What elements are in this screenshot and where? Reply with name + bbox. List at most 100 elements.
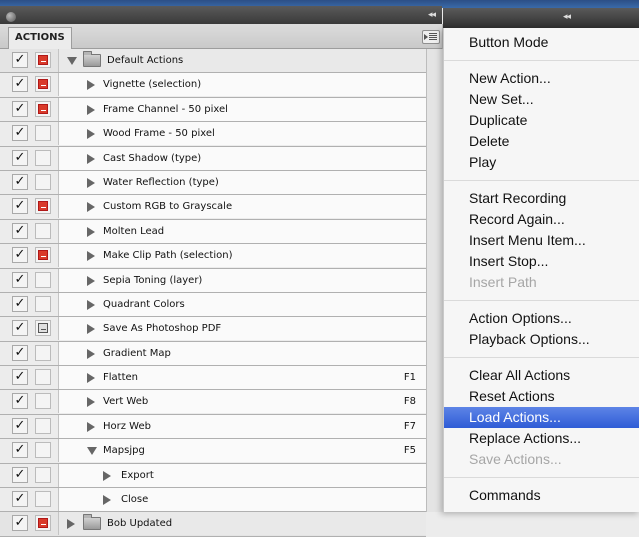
- action-row[interactable]: ✓ Sepia Toning (layer): [0, 268, 426, 293]
- row-content[interactable]: Sepia Toning (layer): [58, 268, 426, 292]
- checkmark-icon[interactable]: ✓: [12, 320, 28, 337]
- dialog-toggle-icon[interactable]: [35, 52, 51, 68]
- menu-item-reset-actions[interactable]: Reset Actions: [444, 386, 639, 407]
- row-content[interactable]: Horz Web F7: [58, 414, 426, 438]
- dialog-toggle-icon[interactable]: [35, 442, 51, 459]
- dialog-toggle-icon[interactable]: [35, 173, 51, 190]
- disclosure-triangle-icon[interactable]: [87, 251, 95, 262]
- row-content[interactable]: Gradient Map: [58, 341, 426, 365]
- dialog-toggle-icon[interactable]: [35, 271, 51, 288]
- checkmark-icon[interactable]: ✓: [12, 271, 28, 288]
- tab-actions[interactable]: ACTIONS: [8, 27, 72, 49]
- action-row[interactable]: ✓ Save As Photoshop PDF: [0, 317, 426, 342]
- checkmark-icon[interactable]: ✓: [12, 247, 28, 264]
- checkmark-icon[interactable]: ✓: [12, 149, 28, 166]
- disclosure-triangle-icon[interactable]: [87, 80, 95, 91]
- checkmark-icon[interactable]: ✓: [12, 76, 28, 93]
- action-row[interactable]: ✓ Make Clip Path (selection): [0, 244, 426, 269]
- row-content[interactable]: Mapsjpg F5: [58, 439, 426, 463]
- row-content[interactable]: Frame Channel - 50 pixel: [58, 97, 426, 121]
- row-content[interactable]: Molten Lead: [58, 219, 426, 243]
- dialog-toggle-icon[interactable]: [35, 393, 51, 410]
- checkmark-icon[interactable]: ✓: [12, 369, 28, 386]
- row-content[interactable]: Close: [58, 488, 426, 512]
- action-step-row[interactable]: ✓ Export: [0, 463, 426, 489]
- action-row[interactable]: ✓ Mapsjpg F5: [0, 439, 426, 464]
- action-row[interactable]: ✓ Cast Shadow (type): [0, 146, 426, 171]
- panel-menu-icon[interactable]: [422, 30, 440, 44]
- dialog-toggle-icon[interactable]: [35, 247, 51, 264]
- disclosure-triangle-icon[interactable]: [87, 177, 95, 188]
- checkmark-icon[interactable]: ✓: [12, 393, 28, 410]
- dialog-toggle-icon[interactable]: [35, 320, 51, 337]
- disclosure-triangle-icon[interactable]: [87, 202, 95, 213]
- checkmark-icon[interactable]: ✓: [12, 173, 28, 190]
- row-content[interactable]: Cast Shadow (type): [58, 146, 426, 170]
- disclosure-triangle-icon[interactable]: [87, 153, 95, 164]
- checkmark-icon[interactable]: ✓: [12, 491, 28, 508]
- dialog-toggle-icon[interactable]: [35, 295, 51, 312]
- action-row[interactable]: ✓ Gradient Map: [0, 341, 426, 367]
- collapse-icon[interactable]: ◂◂: [428, 10, 436, 20]
- disclosure-triangle-icon[interactable]: [87, 373, 95, 384]
- row-content[interactable]: Flatten F1: [58, 366, 426, 390]
- menu-item-clear-all-actions[interactable]: Clear All Actions: [444, 365, 639, 386]
- dialog-toggle-icon[interactable]: [35, 125, 51, 142]
- row-content[interactable]: Make Clip Path (selection): [58, 244, 426, 268]
- action-row[interactable]: ✓ Frame Channel - 50 pixel: [0, 97, 426, 123]
- menu-item-action-options[interactable]: Action Options...: [444, 308, 639, 329]
- action-row[interactable]: ✓ Custom RGB to Grayscale: [0, 195, 426, 220]
- expanded-triangle-icon[interactable]: [67, 57, 77, 65]
- action-row[interactable]: ✓ Flatten F1: [0, 366, 426, 391]
- scrollbar[interactable]: [426, 49, 443, 512]
- disclosure-triangle-icon[interactable]: [87, 421, 95, 432]
- row-content[interactable]: Water Reflection (type): [58, 170, 426, 194]
- checkmark-icon[interactable]: ✓: [12, 222, 28, 239]
- disclosure-triangle-icon[interactable]: [87, 104, 95, 115]
- menu-item-new-action[interactable]: New Action...: [444, 68, 639, 89]
- menu-item-delete[interactable]: Delete: [444, 131, 639, 152]
- row-content[interactable]: Save As Photoshop PDF: [58, 317, 426, 341]
- disclosure-triangle-icon[interactable]: [87, 348, 95, 359]
- checkmark-icon[interactable]: ✓: [12, 100, 28, 117]
- row-content[interactable]: Quadrant Colors: [58, 292, 426, 316]
- action-row[interactable]: ✓ Horz Web F7: [0, 414, 426, 440]
- menu-item-replace-actions[interactable]: Replace Actions...: [444, 428, 639, 449]
- action-row[interactable]: ✓ Quadrant Colors: [0, 292, 426, 318]
- action-row[interactable]: ✓ Vignette (selection): [0, 73, 426, 98]
- disclosure-triangle-icon[interactable]: [87, 324, 95, 335]
- menu-item-insert-menu-item[interactable]: Insert Menu Item...: [444, 230, 639, 251]
- action-row[interactable]: ✓ Vert Web F8: [0, 390, 426, 415]
- disclosure-triangle-icon[interactable]: [87, 397, 95, 408]
- dialog-toggle-icon[interactable]: [35, 369, 51, 386]
- disclosure-triangle-icon[interactable]: [87, 129, 95, 140]
- checkmark-icon[interactable]: ✓: [12, 466, 28, 483]
- action-row[interactable]: ✓ Wood Frame - 50 pixel: [0, 122, 426, 147]
- menu-item-start-recording[interactable]: Start Recording: [444, 188, 639, 209]
- menu-item-play[interactable]: Play: [444, 152, 639, 173]
- menu-item-commands[interactable]: Commands: [444, 485, 639, 506]
- dialog-toggle-icon[interactable]: [35, 149, 51, 166]
- checkmark-icon[interactable]: ✓: [12, 442, 28, 459]
- dialog-toggle-icon[interactable]: [35, 222, 51, 239]
- checkmark-icon[interactable]: ✓: [12, 125, 28, 142]
- menu-item-button-mode[interactable]: Button Mode: [444, 32, 639, 53]
- dialog-toggle-icon[interactable]: [35, 417, 51, 434]
- action-row[interactable]: ✓ Molten Lead: [0, 219, 426, 245]
- menu-item-playback-options[interactable]: Playback Options...: [444, 329, 639, 350]
- row-content[interactable]: Export: [58, 463, 426, 487]
- close-icon[interactable]: [6, 12, 16, 22]
- dialog-toggle-icon[interactable]: [35, 198, 51, 215]
- menu-item-duplicate[interactable]: Duplicate: [444, 110, 639, 131]
- action-step-row[interactable]: ✓ Close: [0, 488, 426, 513]
- checkmark-icon[interactable]: ✓: [12, 515, 28, 532]
- menu-item-record-again[interactable]: Record Again...: [444, 209, 639, 230]
- action-set-row[interactable]: ✓ Bob Updated: [0, 512, 426, 537]
- row-content[interactable]: Vignette (selection): [58, 73, 426, 97]
- checkmark-icon[interactable]: ✓: [12, 417, 28, 434]
- dialog-toggle-icon[interactable]: [35, 344, 51, 361]
- row-content[interactable]: Vert Web F8: [58, 390, 426, 414]
- menu-item-insert-stop[interactable]: Insert Stop...: [444, 251, 639, 272]
- action-set-row[interactable]: ✓ Default Actions: [0, 49, 426, 74]
- expanded-triangle-icon[interactable]: [87, 447, 97, 456]
